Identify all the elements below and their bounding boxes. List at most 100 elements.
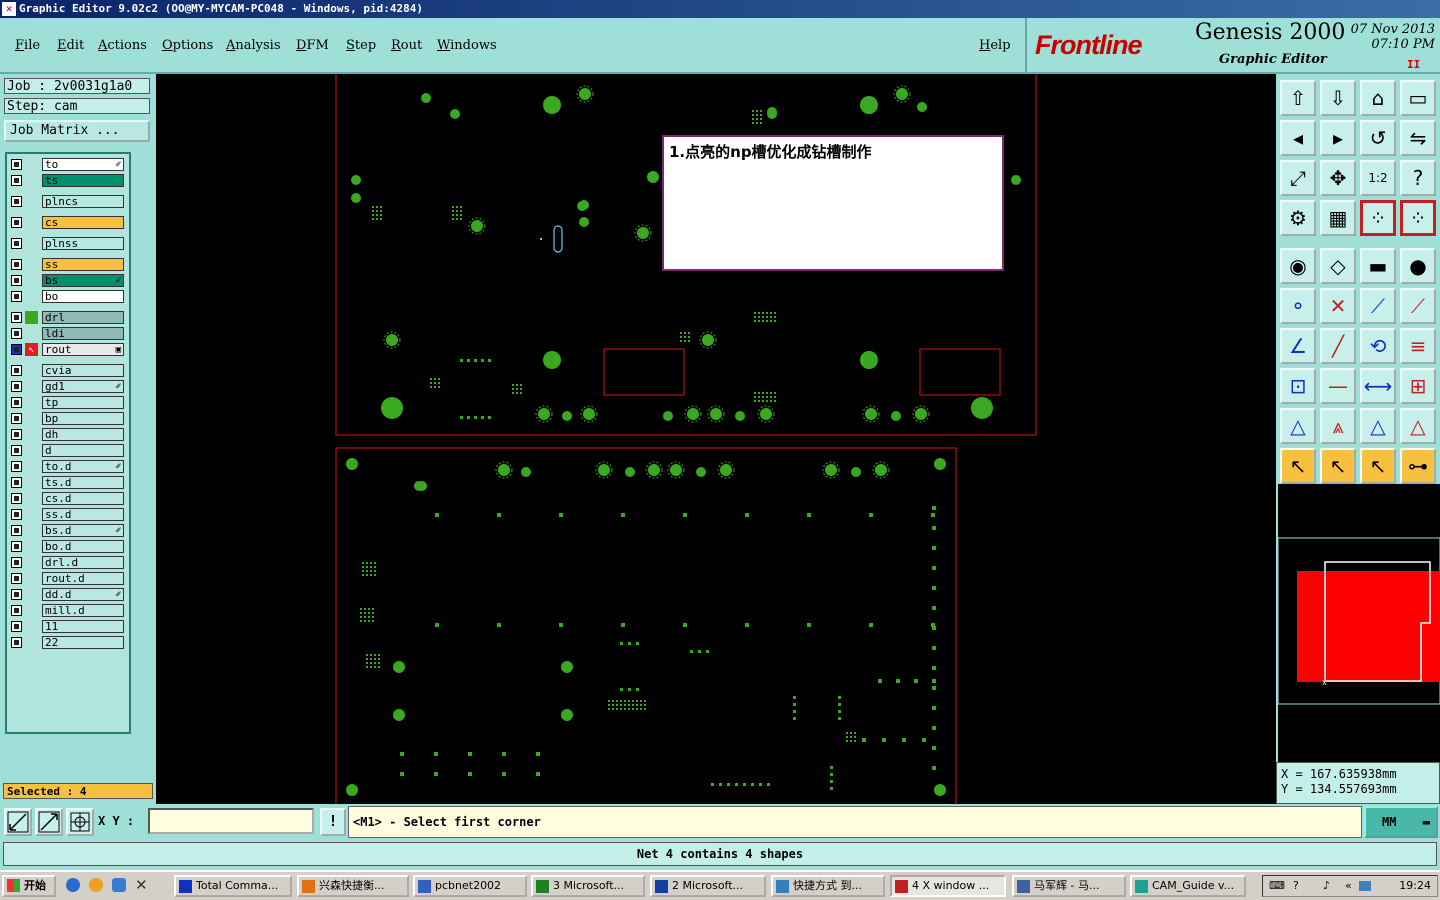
taskbar-task-9[interactable]: CAM_Guide v... [1130,875,1246,897]
layer-row-plncs[interactable]: plncs [9,195,125,208]
layer-name[interactable]: d [42,444,124,457]
layer-row-rout-d[interactable]: rout.d [9,572,125,585]
layer-name[interactable]: ts [42,174,124,187]
menu-options[interactable]: Options [162,38,213,53]
network-icon[interactable] [1359,881,1371,891]
layer-name[interactable]: 22 [42,636,124,649]
net-select-icon[interactable]: ⁘ [1360,200,1396,236]
start-button[interactable]: 开始 [2,875,56,897]
menu-actions[interactable]: Actions [98,38,147,53]
layer-row-11[interactable]: 11 [9,620,125,633]
layer-checkbox[interactable] [11,328,22,339]
layer-row-dd-d[interactable]: dd.d ✐ [9,588,125,601]
layer-checkbox[interactable] [11,445,22,456]
ruler-icon[interactable]: ▬ [1360,248,1396,284]
circle-icon[interactable]: ● [1400,248,1436,284]
keyboard-icon[interactable]: ⌨ [1269,876,1285,896]
layer-name[interactable]: bp [42,412,124,425]
pause-indicator[interactable]: II [1407,58,1420,71]
layer-checkbox[interactable] [11,365,22,376]
layer-name[interactable]: bo.d [42,540,124,553]
resize-triangle-icon[interactable]: △ [1360,408,1396,444]
layer-checkbox[interactable] [11,461,22,472]
menu-help[interactable]: Help [979,38,1011,53]
layer-checkbox[interactable] [11,312,22,323]
line-icon[interactable]: ╱ [1320,328,1356,364]
job-matrix-button[interactable]: Job Matrix ... [4,120,150,142]
angle-icon[interactable]: ∠ [1280,328,1316,364]
layer-row-22[interactable]: 22 [9,636,125,649]
layer-checkbox[interactable] [11,509,22,520]
layer-checkbox[interactable] [11,259,22,270]
stretch-triangle-icon[interactable]: △ [1400,408,1436,444]
zoom-left-icon[interactable]: ◂ [1280,120,1316,156]
layer-checkbox[interactable] [11,557,22,568]
menu-step[interactable]: Step [346,38,376,53]
layer-row-plnss[interactable]: plnss [9,237,125,250]
layer-name[interactable]: bs ✐ [42,274,124,287]
layer-checkbox[interactable] [11,573,22,584]
select-arrow-icon[interactable]: ↖ [1280,448,1316,484]
help-icon[interactable]: ? [1293,876,1299,896]
layer-name[interactable]: drl [42,311,124,324]
surface-icon[interactable]: ◇ [1320,248,1356,284]
quicklaunch-ie-icon[interactable] [66,878,80,892]
tray-expand-icon[interactable]: « [1345,876,1352,896]
overview-panel[interactable]: x [1276,484,1440,762]
select-box-icon[interactable]: ↖ [1320,448,1356,484]
layer-checkbox[interactable] [11,493,22,504]
layer-checkbox[interactable] [11,159,22,170]
grid-snap-icon[interactable] [66,808,94,836]
quicklaunch-folder-icon[interactable] [89,878,103,892]
layer-name[interactable]: cvia [42,364,124,377]
layer-row-ss[interactable]: ss [9,258,125,271]
layer-row-ldi[interactable]: ldi [9,327,125,340]
overview-map[interactable]: x [1277,484,1440,762]
menu-edit[interactable]: Edit [57,38,84,53]
layer-checkbox[interactable] [11,477,22,488]
taskbar-task-6[interactable]: 快捷方式 到... [771,875,885,897]
move-triangle-icon[interactable]: ⩓ [1320,408,1356,444]
help-query-icon[interactable]: ? [1400,160,1436,196]
arc-icon[interactable]: ⟲ [1360,328,1396,364]
zoom-out-icon[interactable] [35,808,63,836]
menu-rout[interactable]: Rout [391,38,422,53]
layer-checkbox[interactable] [11,429,22,440]
text-icon[interactable]: ≡ [1400,328,1436,364]
layer-checkbox[interactable] [11,541,22,552]
layer-name[interactable]: ss [42,258,124,271]
measure-icon[interactable]: ⟷ [1360,368,1396,404]
zoom-right-icon[interactable]: ▸ [1320,120,1356,156]
select-pointer-icon[interactable]: ↖ [1360,448,1396,484]
layer-row-bo[interactable]: bo [9,290,125,303]
menu-file[interactable]: File [15,38,40,53]
home-icon[interactable]: ⌂ [1360,80,1396,116]
graphics-canvas[interactable]: 1.点亮的np槽优化成钻槽制作 [156,74,1276,804]
mirror-icon[interactable]: ⇋ [1400,120,1436,156]
layer-checkbox[interactable] [11,621,22,632]
delete-line-icon[interactable]: — [1320,368,1356,404]
layer-row-cs-d[interactable]: cs.d [9,492,125,505]
snap-net-icon[interactable]: ⁘ [1400,200,1436,236]
zoom-in-icon[interactable] [4,808,32,836]
layer-name[interactable]: cs.d [42,492,124,505]
layer-name[interactable]: mill.d [42,604,124,617]
quicklaunch-xwin-icon[interactable]: ✕ [135,876,148,894]
tools-icon[interactable]: ⚙ [1280,200,1316,236]
quicklaunch-browser-icon[interactable] [112,878,126,892]
units-select[interactable]: MM ▬ [1364,806,1438,838]
layer-row-to-d[interactable]: to.d ✐ [9,460,125,473]
taskbar-task-3[interactable]: pcbnet2002 [413,875,527,897]
layer-name[interactable]: plncs [42,195,124,208]
layer-row-bo-d[interactable]: bo.d [9,540,125,553]
layer-row-drl[interactable]: drl [9,311,125,324]
layer-name[interactable]: dh [42,428,124,441]
layer-name[interactable]: ldi [42,327,124,340]
menu-analysis[interactable]: Analysis [226,38,281,53]
layer-checkbox[interactable] [11,589,22,600]
layer-name[interactable]: drl.d [42,556,124,569]
rotate-icon[interactable]: ↺ [1360,120,1396,156]
layer-checkbox[interactable] [11,291,22,302]
layer-name[interactable]: bs.d ✐ [42,524,124,537]
layer-name[interactable]: plnss [42,237,124,250]
